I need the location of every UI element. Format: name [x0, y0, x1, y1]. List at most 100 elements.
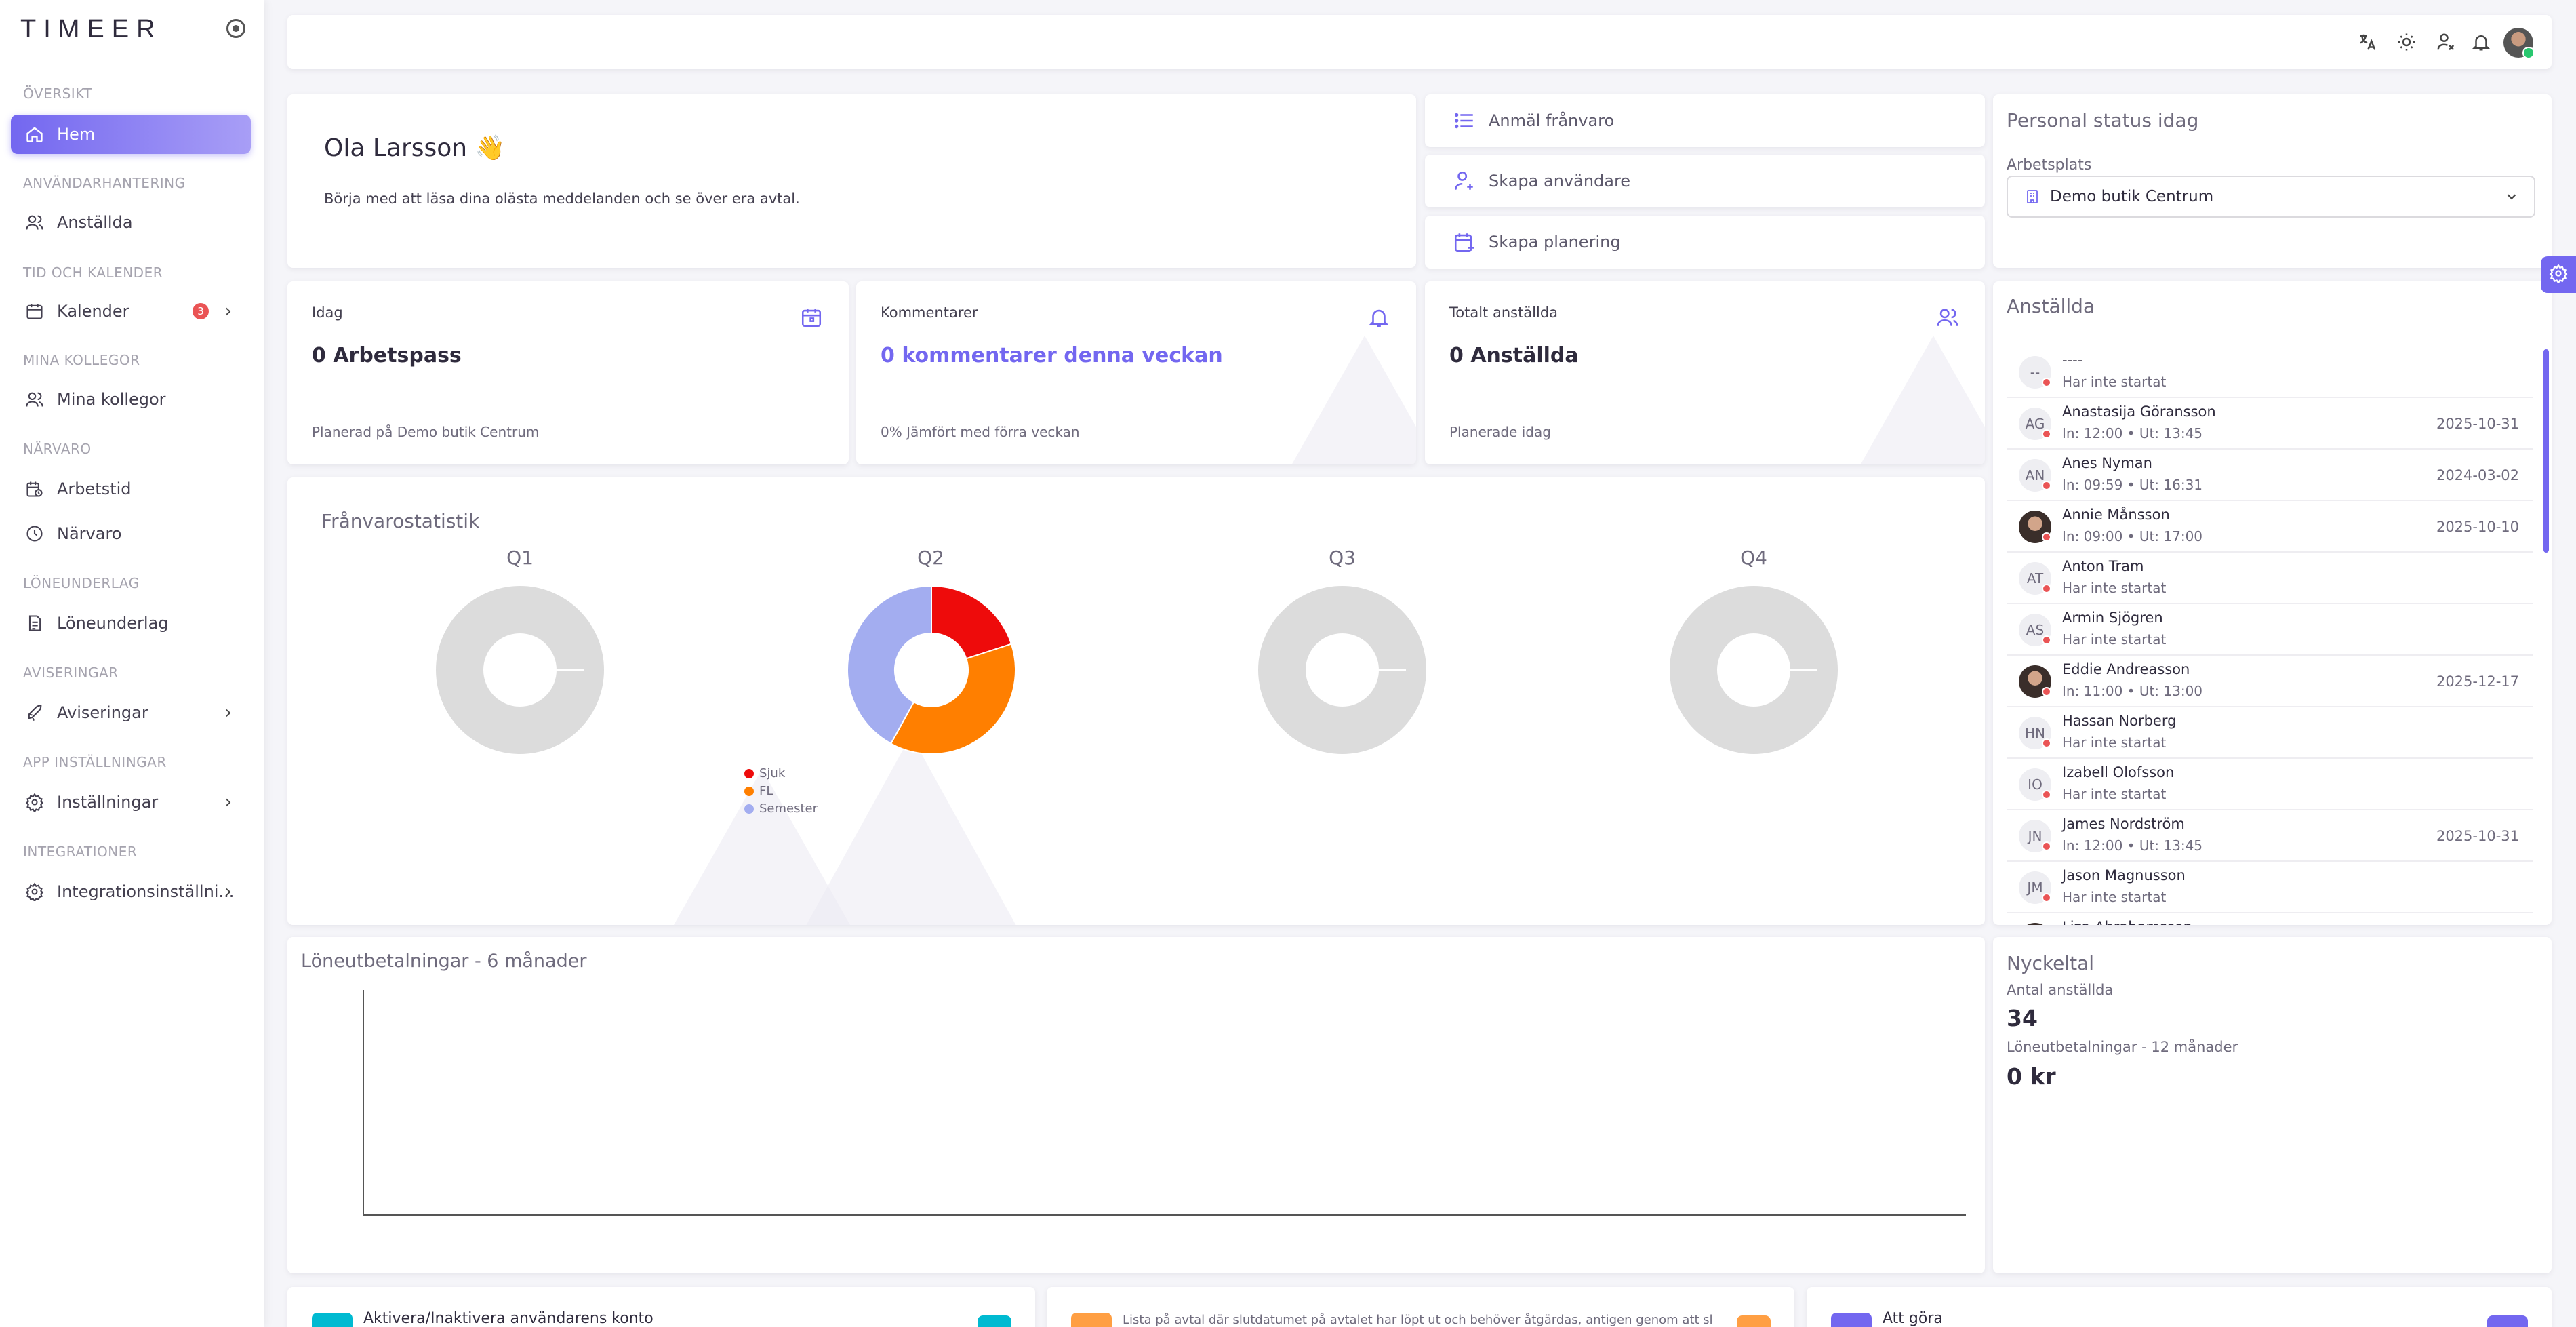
todo-card-title: Att göra [1883, 1310, 1943, 1327]
todo-card[interactable]: Att göra [1807, 1287, 2552, 1327]
calendar-icon [800, 306, 823, 332]
employee-row[interactable]: Liza Abrahamsson [2007, 913, 2533, 925]
sidebar-item-notifications[interactable]: Aviseringar › [11, 693, 251, 732]
sidebar-item-employees[interactable]: Anställda [11, 203, 251, 242]
employee-status: Har inte startat [2062, 374, 2167, 390]
employees-scrollbar[interactable] [2543, 349, 2549, 553]
avatar: AT [2019, 562, 2051, 595]
sidebar-item-calendar[interactable]: Kalender 3 › [11, 292, 251, 331]
activate-card-icon [312, 1313, 353, 1327]
employee-row[interactable]: AN Anes Nyman In: 09:59 • Ut: 16:31 2024-03… [2007, 450, 2533, 501]
sidebar-item-attendance[interactable]: Närvaro [11, 514, 251, 553]
chevron-right-icon: › [224, 792, 232, 812]
avatar [2019, 511, 2051, 543]
create-schedule-label: Skapa planering [1489, 233, 1621, 252]
donut-chart-q1 [436, 586, 604, 754]
stat-card-today: Idag 0 Arbetspass Planerad på Demo butik… [287, 281, 849, 464]
employees-list[interactable]: -- ---- Har inte startat AG Anastasija Göran… [2007, 346, 2542, 925]
sidebar-item-label: Löneunderlag [57, 614, 169, 633]
sidebar-item-label: Hem [57, 125, 96, 144]
user-remove-icon[interactable] [2434, 30, 2458, 54]
employee-status: Har inte startat [2062, 734, 2167, 751]
sidebar-item-home[interactable]: Hem [11, 115, 251, 154]
nav-section-notifications: Aviseringar [23, 665, 119, 681]
legend-label: FL [759, 784, 773, 798]
create-schedule-button[interactable]: Skapa planering [1425, 216, 1985, 269]
user-avatar[interactable] [2503, 28, 2535, 59]
customizer-toggle[interactable] [2541, 256, 2576, 293]
stat-value: 0 Arbetspass [312, 344, 462, 368]
workplace-select[interactable]: Demo butik Centrum [2007, 176, 2535, 218]
employee-row[interactable]: AS Armin Sjögren Har inte startat [2007, 604, 2533, 656]
top-bar [287, 15, 2552, 69]
payroll-chart-card: Löneutbetalningar - 6 månader [287, 937, 1985, 1273]
sidebar-item-worktime[interactable]: Arbetstid [11, 469, 251, 509]
employee-name: Anastasija Göransson [2062, 403, 2216, 420]
legend-swatch [744, 768, 754, 778]
employee-date: 2025-10-31 [2436, 828, 2519, 844]
employee-row[interactable]: AT Anton Tram Har inte startat [2007, 553, 2533, 604]
employee-row[interactable]: Eddie Andreasson In: 11:00 • Ut: 13:00 202… [2007, 656, 2533, 707]
todo-card-icon [1831, 1313, 1872, 1327]
sidebar-item-label: Integrationsinställni... [57, 882, 235, 901]
sidebar: TIMEER Översikt Hem Användarhantering An… [0, 0, 264, 1327]
employee-row[interactable]: AG Anastasija Göransson In: 12:00 • Ut: 13… [2007, 398, 2533, 450]
employee-name: Anes Nyman [2062, 455, 2152, 471]
employee-status: In: 12:00 • Ut: 13:45 [2062, 425, 2203, 441]
legend-item-fl[interactable]: FL [744, 784, 773, 798]
payroll-line-chart [363, 990, 1966, 1216]
employee-status: In: 09:00 • Ut: 17:00 [2062, 528, 2203, 544]
sidebar-item-settings[interactable]: Inställningar › [11, 783, 251, 822]
stat-value[interactable]: 0 kommentarer denna veckan [881, 344, 1223, 368]
chevron-right-icon: › [224, 301, 232, 321]
nav-section-app-settings: App inställningar [23, 754, 167, 770]
greeting-title: Ola Larsson 👋 [324, 134, 506, 162]
sidebar-item-label: Anställda [57, 213, 133, 232]
payroll-12m-label: Löneutbetalningar - 12 månader [2007, 1039, 2238, 1055]
employee-status: Har inte startat [2062, 889, 2167, 905]
bell-icon[interactable] [2469, 30, 2493, 54]
translate-icon[interactable] [2355, 30, 2379, 54]
sidebar-item-integration-settings[interactable]: Integrationsinställni... › [11, 872, 251, 911]
sidebar-toggle-button[interactable] [226, 19, 245, 38]
greeting-subtitle: Börja med att läsa dina olästa meddeland… [324, 191, 800, 207]
sidebar-item-label: Mina kollegor [57, 390, 166, 409]
building-icon [2024, 189, 2040, 205]
activate-card-button[interactable] [978, 1315, 1011, 1327]
employee-row[interactable]: -- ---- Har inte startat [2007, 346, 2533, 398]
contracts-card-button[interactable] [1737, 1315, 1771, 1327]
app-logo[interactable]: TIMEER [20, 15, 163, 44]
todo-card-button[interactable] [2487, 1315, 2528, 1327]
calendar-clock-icon [24, 479, 45, 499]
calendar-count-badge: 3 [193, 303, 209, 319]
sun-icon[interactable] [2394, 30, 2419, 54]
donut-chart-q2[interactable] [847, 586, 1015, 754]
legend-item-vacation[interactable]: Semester [744, 801, 818, 816]
employee-name: Izabell Olofsson [2062, 764, 2175, 780]
decorative-mountain [803, 735, 1020, 925]
employee-row[interactable]: HN Hassan Norberg Har inte startat [2007, 707, 2533, 759]
stat-label: Kommentarer [881, 304, 978, 321]
sidebar-item-payroll[interactable]: Löneunderlag [11, 603, 251, 643]
quarter-label-q3: Q3 [1329, 547, 1356, 569]
sidebar-item-label: Närvaro [57, 524, 122, 543]
contracts-card[interactable]: Lista på avtal där slutdatumet på avtale… [1047, 1287, 1794, 1327]
payroll-chart-title: Löneutbetalningar - 6 månader [301, 951, 587, 972]
legend-item-sick[interactable]: Sjuk [744, 766, 785, 780]
gear-icon [24, 792, 45, 812]
create-user-label: Skapa användare [1489, 172, 1631, 191]
home-icon [24, 124, 45, 144]
create-user-button[interactable]: Skapa användare [1425, 155, 1985, 207]
nav-section-colleagues: Mina kollegor [23, 352, 140, 368]
sidebar-item-my-colleagues[interactable]: Mina kollegor [11, 380, 251, 419]
activate-account-card[interactable]: Aktivera/Inaktivera användarens konto [287, 1287, 1035, 1327]
employee-row[interactable]: JM Jason Magnusson Har inte startat [2007, 862, 2533, 913]
quarter-label-q4: Q4 [1740, 547, 1767, 569]
employee-row[interactable]: JN James Nordström In: 12:00 • Ut: 13:45 20… [2007, 810, 2533, 862]
employee-row[interactable]: IO Izabell Olofsson Har inte startat [2007, 759, 2533, 810]
list-icon [1449, 109, 1479, 132]
employee-row[interactable]: Annie Månsson In: 09:00 • Ut: 17:00 2025-1… [2007, 501, 2533, 553]
employee-count-value: 34 [2007, 1005, 2038, 1031]
report-absence-button[interactable]: Anmäl frånvaro [1425, 94, 1985, 147]
avatar [2019, 923, 2051, 925]
